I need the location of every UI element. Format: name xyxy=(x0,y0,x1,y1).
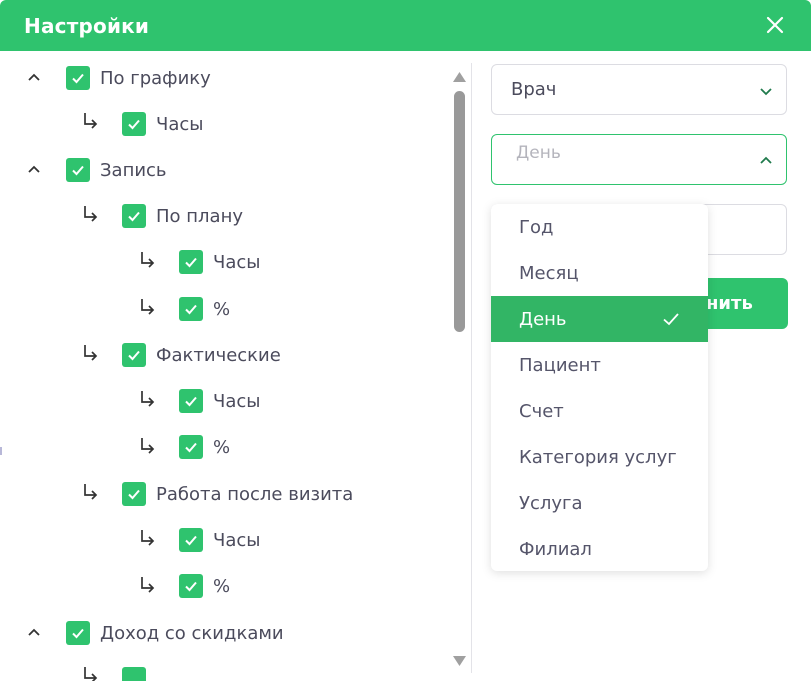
check-icon xyxy=(128,350,140,361)
tree-item-row: % xyxy=(179,571,230,601)
select-placeholder: День xyxy=(516,143,561,163)
check-icon xyxy=(185,304,197,315)
save-button[interactable]: нить xyxy=(700,278,788,329)
dropdown-item-branch[interactable]: Филиал xyxy=(491,526,708,571)
branch-arrow-icon xyxy=(84,113,98,129)
tree-item-label: Работа после визита xyxy=(156,483,354,505)
checkbox[interactable] xyxy=(122,204,146,228)
check-icon xyxy=(72,165,84,176)
checkbox[interactable] xyxy=(179,528,203,552)
dialog-title: Настройки xyxy=(24,13,150,38)
tree-item-label: % xyxy=(213,436,231,458)
scrollbar-thumb[interactable] xyxy=(454,91,465,332)
branch-arrow-icon xyxy=(84,484,98,500)
tree-item-row: % xyxy=(179,294,230,324)
branch-arrow-icon xyxy=(141,577,155,593)
dropdown-item-label: День xyxy=(519,308,567,330)
scroll-up-arrow-icon[interactable] xyxy=(452,71,467,83)
branch-arrow-icon xyxy=(84,206,98,222)
tree-item-label: Фактические xyxy=(156,344,281,366)
tree-item-label: Доход со скидками xyxy=(100,622,284,644)
checkbox[interactable] xyxy=(179,250,203,274)
tree-item-row: Фактические xyxy=(122,340,281,370)
check-icon xyxy=(72,628,84,639)
check-icon xyxy=(185,442,197,453)
panel-divider xyxy=(471,63,472,673)
tree-item-row: Часы xyxy=(179,386,260,416)
check-icon xyxy=(128,119,140,130)
branch-arrow-icon xyxy=(141,391,155,407)
checkbox[interactable] xyxy=(66,66,90,90)
tree-item-label: Часы xyxy=(213,529,261,551)
checkbox[interactable] xyxy=(122,112,146,136)
checkbox[interactable] xyxy=(122,667,146,681)
select-value: Врач xyxy=(511,79,557,100)
branch-arrow-icon xyxy=(84,345,98,361)
checkbox[interactable] xyxy=(122,343,146,367)
tree-item-label: Часы xyxy=(213,251,261,273)
chevron-down-icon[interactable] xyxy=(759,84,773,98)
check-icon xyxy=(185,581,197,592)
tree-item-row: Запись xyxy=(66,155,167,185)
chevron-up-icon[interactable] xyxy=(27,163,41,177)
branch-arrow-icon xyxy=(141,530,155,546)
dropdown-item-service[interactable]: Услуга xyxy=(491,480,708,526)
check-icon xyxy=(185,396,197,407)
tree-item-label: Часы xyxy=(156,113,204,135)
dropdown-item-service-category[interactable]: Категория услуг xyxy=(491,434,708,480)
chevron-up-icon[interactable] xyxy=(759,154,773,168)
tree-item-label: По плану xyxy=(156,205,243,227)
tree-item-label: Часы xyxy=(213,390,261,412)
checkbox[interactable] xyxy=(179,435,203,459)
check-icon xyxy=(72,73,84,84)
dropdown-item-patient[interactable]: Пациент xyxy=(491,342,708,388)
checkbox[interactable] xyxy=(66,621,90,645)
grouping-dropdown: Год Месяц День Пациент Счет Категория ус… xyxy=(491,204,708,571)
tree-item-label: % xyxy=(213,575,231,597)
tree-item-row: Часы xyxy=(122,109,203,139)
metrics-tree: По графику Часы Запись По плану Часы % Ф… xyxy=(0,51,472,681)
tree-item-label: По графику xyxy=(100,67,211,89)
check-icon xyxy=(128,489,140,500)
check-icon xyxy=(663,313,679,326)
tree-item-row: Работа после визита xyxy=(122,479,353,509)
tree-item-row: По графику xyxy=(66,63,211,93)
tree-item-row: % xyxy=(179,432,230,462)
check-icon xyxy=(185,257,197,268)
dropdown-item-day[interactable]: День xyxy=(491,296,708,342)
branch-arrow-icon xyxy=(84,667,98,681)
branch-arrow-icon xyxy=(141,299,155,315)
check-icon xyxy=(185,535,197,546)
close-icon[interactable] xyxy=(765,15,785,35)
tree-item-row: Часы xyxy=(179,525,260,555)
settings-dialog: Настройки По графику Часы Запись По план… xyxy=(0,0,811,681)
tree-item-row: По плану xyxy=(122,201,243,231)
checkbox[interactable] xyxy=(179,389,203,413)
checkbox[interactable] xyxy=(122,482,146,506)
tree-item-row: Доход со скидками xyxy=(66,618,284,648)
branch-arrow-icon xyxy=(141,252,155,268)
grouping-select-2[interactable]: День xyxy=(491,134,787,185)
tree-item-row: Часы xyxy=(179,247,260,277)
grouping-select-1[interactable]: Врач xyxy=(491,64,787,115)
tree-item-label: % xyxy=(213,298,231,320)
tree-item-label: Запись xyxy=(100,159,167,181)
check-icon xyxy=(128,211,140,222)
dropdown-item-month[interactable]: Месяц xyxy=(491,250,708,296)
scroll-down-arrow-icon[interactable] xyxy=(452,655,467,667)
chevron-up-icon[interactable] xyxy=(27,626,41,640)
dropdown-item-invoice[interactable]: Счет xyxy=(491,388,708,434)
dialog-header: Настройки xyxy=(0,0,811,51)
checkbox[interactable] xyxy=(179,574,203,598)
dropdown-item-year[interactable]: Год xyxy=(491,204,708,250)
chevron-up-icon[interactable] xyxy=(27,71,41,85)
checkbox[interactable] xyxy=(179,297,203,321)
branch-arrow-icon xyxy=(141,438,155,454)
checkbox[interactable] xyxy=(66,158,90,182)
